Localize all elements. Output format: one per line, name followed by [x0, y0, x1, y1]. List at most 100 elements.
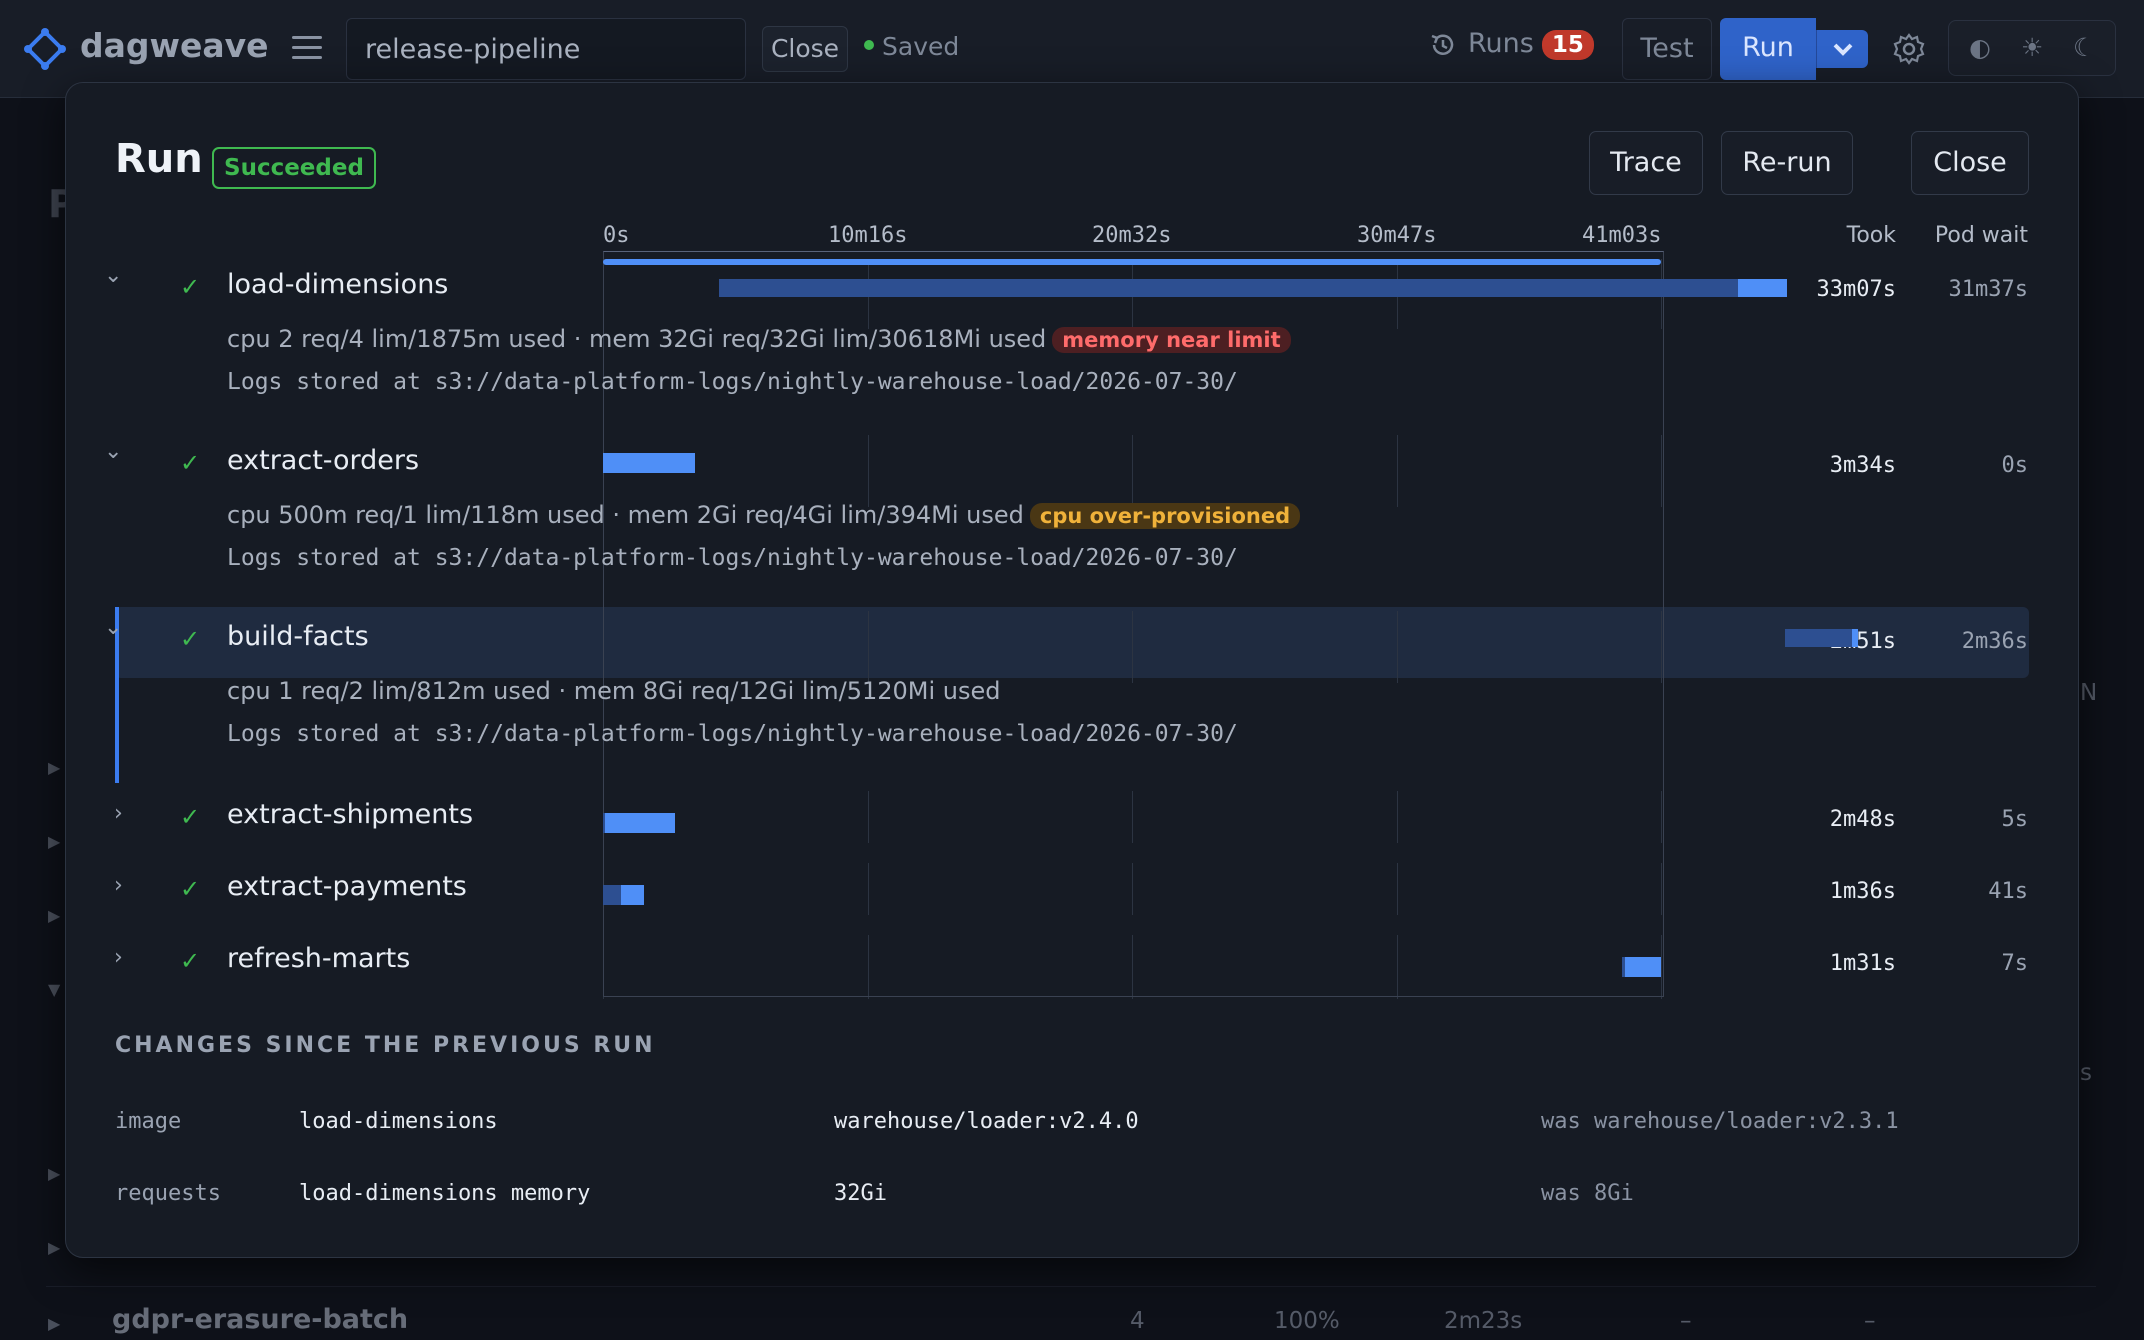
logo-icon [24, 28, 66, 70]
chevron-down-icon[interactable]: ⌄ [104, 615, 122, 640]
selected-row-highlight [115, 607, 2029, 678]
status-badge: Succeeded [212, 147, 376, 189]
timeline-gridline [603, 611, 604, 683]
timeline-gridline [1396, 611, 1398, 683]
half-circle-icon[interactable]: ◐ [1969, 33, 1991, 62]
took-column-header: Took [1846, 223, 1896, 248]
runs-count-badge: 15 [1541, 30, 1594, 60]
axis-tick-label: 10m16s [828, 223, 908, 248]
axis-tick-label: 41m03s [1582, 223, 1662, 248]
change-kind: requests [115, 1181, 221, 1206]
chevron-down-icon[interactable]: ⌄ [104, 263, 122, 288]
task-name[interactable]: extract-orders [227, 445, 419, 476]
timeline-gridline [603, 935, 604, 999]
runs-label: Runs [1468, 28, 1534, 59]
task-pod-wait: 5s [2001, 807, 2029, 832]
pipeline-name-input[interactable] [346, 18, 746, 80]
timeline-gridline [867, 611, 869, 683]
runs-button[interactable]: Runs 15 [1428, 28, 1594, 60]
sun-icon[interactable]: ☀ [2021, 33, 2043, 62]
timeline-gridline [1132, 611, 1133, 683]
close-pipeline-button[interactable]: Close [762, 26, 848, 72]
history-icon [1431, 33, 1454, 55]
timeline-gridline [1132, 791, 1133, 843]
resources-text: cpu 2 req/4 lim/1875m used · mem 32Gi re… [227, 325, 1047, 353]
check-icon: ✓ [180, 273, 201, 301]
close-modal-button[interactable]: Close [1911, 131, 2029, 195]
timeline-gridline [1396, 791, 1398, 843]
chevron-right-icon[interactable]: › [114, 873, 123, 898]
task-took: 1m36s [1829, 879, 1896, 904]
brand-name: dagweave [80, 26, 269, 65]
chevron-right-icon[interactable]: › [114, 801, 123, 826]
timeline-gridline [1396, 863, 1398, 915]
task-resources: cpu 500m req/1 lim/118m used · mem 2Gi r… [227, 501, 1301, 529]
theme-switcher: ◐ ☀ ☾ [1948, 20, 2116, 76]
chevron-down-icon[interactable]: ⌄ [104, 439, 122, 464]
timeline-gridline [1661, 863, 1662, 915]
modal-title: Run [115, 136, 203, 182]
saved-status: Saved [864, 32, 959, 61]
task-resources: cpu 1 req/2 lim/812m used · mem 8Gi req/… [227, 677, 1001, 705]
overall-run-bar [603, 259, 1661, 265]
task-run-bar[interactable] [1851, 629, 1859, 647]
task-run-bar[interactable] [1624, 957, 1661, 977]
change-kind: image [115, 1109, 182, 1134]
timeline-gridline [1661, 791, 1662, 843]
task-run-bar[interactable] [1737, 279, 1788, 297]
axis-tick-label: 20m32s [1092, 223, 1172, 248]
task-took: 1m31s [1829, 951, 1896, 976]
saved-label: Saved [882, 32, 960, 61]
task-took: 3m34s [1829, 453, 1896, 478]
check-icon: ✓ [180, 947, 201, 975]
task-pod-wait: 31m37s [1948, 277, 2028, 302]
timeline-gridline [1132, 435, 1133, 507]
change-old-value: was warehouse/loader:v2.3.1 [1541, 1109, 1899, 1134]
change-target: load-dimensions [299, 1109, 498, 1134]
task-run-bar[interactable] [603, 453, 695, 473]
run-details-modal: Run Succeeded Trace Re-run Close 0s 10m1… [65, 82, 2079, 1258]
task-pod-wait: 2m36s [1961, 629, 2028, 654]
check-icon: ✓ [180, 449, 201, 477]
timeline-gridline [867, 791, 869, 843]
run-button[interactable]: Run [1720, 18, 1816, 80]
timeline-gridline [1132, 935, 1133, 999]
chevron-right-icon[interactable]: › [114, 945, 123, 970]
check-icon: ✓ [180, 625, 201, 653]
moon-icon[interactable]: ☾ [2073, 33, 2095, 62]
rerun-button[interactable]: Re-run [1721, 131, 1853, 195]
check-icon: ✓ [180, 875, 201, 903]
task-name[interactable]: load-dimensions [227, 269, 448, 300]
change-old-value: was 8Gi [1541, 1181, 1634, 1206]
test-button[interactable]: Test [1622, 18, 1712, 80]
task-pod-wait: 7s [2001, 951, 2029, 976]
task-run-bar[interactable] [605, 813, 676, 833]
resources-text: cpu 500m req/1 lim/118m used · mem 2Gi r… [227, 501, 1024, 529]
trace-button[interactable]: Trace [1589, 131, 1703, 195]
run-options-button[interactable] [1816, 30, 1868, 68]
axis-tick-label: 0s [603, 223, 630, 248]
timeline-gridline [1661, 611, 1662, 683]
timeline-gridline [1661, 935, 1662, 999]
task-pod-wait-bar[interactable] [1784, 629, 1852, 647]
timeline-gridline [1661, 435, 1662, 507]
task-name[interactable]: build-facts [227, 621, 369, 652]
task-pod-wait-bar[interactable] [718, 279, 1738, 297]
axis-tick-label: 30m47s [1357, 223, 1437, 248]
task-name[interactable]: extract-payments [227, 871, 467, 902]
timeline-gridline [1396, 935, 1398, 999]
timeline-gridline [1396, 435, 1398, 507]
task-name[interactable]: refresh-marts [227, 943, 410, 974]
pod-wait-column-header: Pod wait [1934, 223, 2028, 248]
task-run-bar[interactable] [620, 885, 645, 905]
task-name[interactable]: extract-shipments [227, 799, 473, 830]
chevron-down-icon [1833, 43, 1853, 56]
task-took: 2m48s [1829, 807, 1896, 832]
gear-icon[interactable] [1892, 32, 1926, 66]
timeline-gridline [1132, 863, 1133, 915]
change-target: load-dimensions memory [299, 1181, 591, 1206]
menu-icon[interactable] [292, 36, 322, 60]
task-logs-location: Logs stored at s3://data-platform-logs/n… [227, 721, 1238, 747]
task-pod-wait: 41s [1988, 879, 2028, 904]
task-pod-wait-bar[interactable] [603, 885, 621, 905]
